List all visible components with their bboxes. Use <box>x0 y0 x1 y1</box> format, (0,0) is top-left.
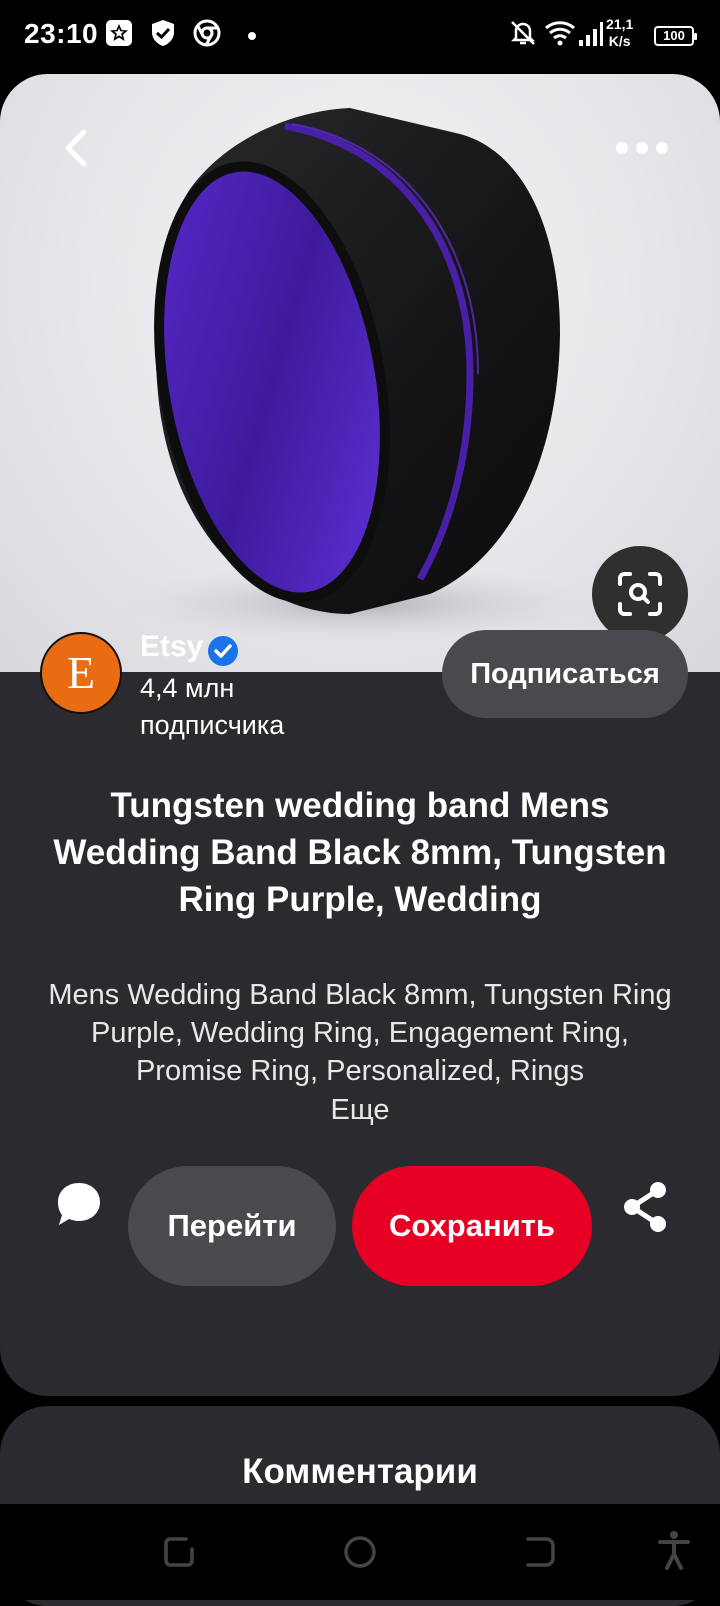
avatar-letter: E <box>66 647 96 698</box>
network-speed: 21,1 K/s <box>606 16 633 50</box>
chrome-icon <box>193 19 221 47</box>
battery-indicator: 100 <box>654 26 697 46</box>
comment-icon[interactable] <box>52 1178 106 1232</box>
dot-icon <box>636 142 648 154</box>
pin-title: Tungsten wedding band Mens Wedding Band … <box>53 786 667 919</box>
pin-image[interactable] <box>0 74 720 672</box>
creator-followers: 4,4 млн подписчика <box>140 670 340 744</box>
followers-count: 4,4 млн <box>140 673 235 703</box>
visual-search-button[interactable] <box>592 546 688 642</box>
navigation-bar <box>0 1504 720 1600</box>
more-options-button[interactable] <box>612 134 672 164</box>
star-notification-icon <box>106 20 132 46</box>
mute-bell-icon <box>510 21 536 45</box>
save-button[interactable]: Сохранить <box>352 1166 592 1286</box>
comments-title: Комментарии <box>242 1452 478 1491</box>
follow-button[interactable]: Подписаться <box>442 630 688 718</box>
more-link[interactable]: Еще <box>0 1094 720 1127</box>
verified-badge-icon <box>208 636 238 666</box>
creator-name[interactable]: Etsy <box>140 630 203 664</box>
notification-dot <box>248 32 256 40</box>
wifi-icon <box>545 21 575 46</box>
dot-icon <box>616 142 628 154</box>
status-bar: 23:10 21,1 K/s 100 <box>0 0 720 72</box>
share-icon[interactable] <box>620 1180 670 1234</box>
accessibility-icon[interactable] <box>656 1530 692 1570</box>
dot-icon <box>656 142 668 154</box>
network-speed-value: 21,1 <box>606 16 634 32</box>
signal-icon <box>579 22 603 46</box>
followers-label: подписчика <box>140 710 285 740</box>
recent-apps-icon[interactable] <box>162 1534 198 1570</box>
back-icon[interactable] <box>522 1534 558 1570</box>
status-time: 23:10 <box>24 18 99 49</box>
network-speed-unit: K/s <box>608 33 631 49</box>
home-icon[interactable] <box>342 1534 378 1570</box>
visit-button[interactable]: Перейти <box>128 1166 336 1286</box>
pin-description: Mens Wedding Band Black 8mm, Tungsten Ri… <box>48 979 672 1087</box>
creator-avatar[interactable]: E <box>40 632 122 714</box>
back-button[interactable] <box>56 126 100 170</box>
shield-check-icon <box>152 20 174 46</box>
lens-search-icon <box>618 572 662 616</box>
